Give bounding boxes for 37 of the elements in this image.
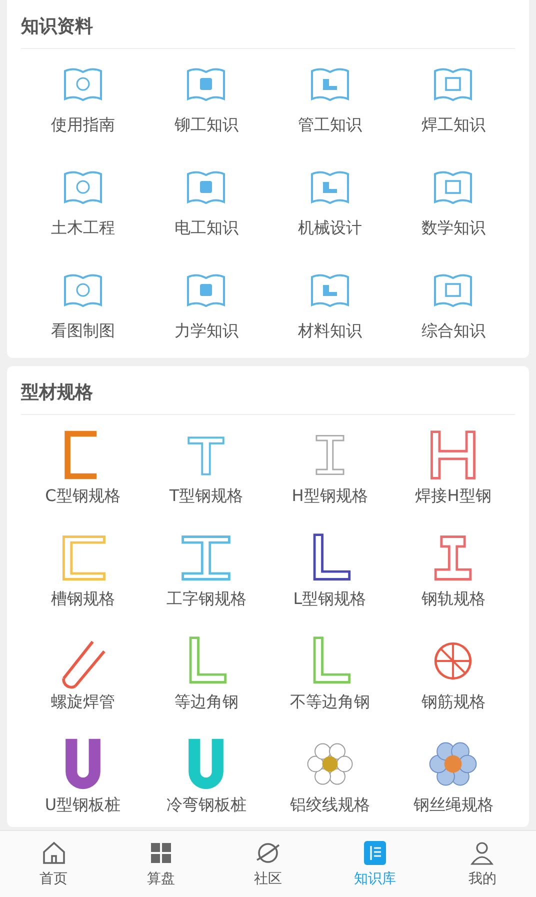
item-label[interactable]: 数学知识 — [421, 218, 486, 239]
item-label[interactable]: 电工知识 — [174, 218, 238, 239]
item-label[interactable]: 冷弯钢板桩 — [166, 795, 246, 816]
item-label[interactable]: 铝绞线规格 — [290, 795, 370, 816]
item-label[interactable]: 钢丝绳规格 — [413, 795, 494, 816]
item-label[interactable]: 槽钢规格 — [50, 589, 115, 610]
item-label[interactable]: 钢轨规格 — [421, 589, 486, 610]
nav-tab[interactable]: 算盘 — [107, 831, 214, 897]
item-label[interactable]: 焊接H型钢 — [415, 486, 492, 507]
item-label[interactable]: T型钢规格 — [169, 486, 244, 507]
item-label[interactable]: 铆工知识 — [174, 115, 238, 136]
item-label[interactable]: H型钢规格 — [292, 486, 368, 507]
nav-tab[interactable]: 我的 — [428, 831, 536, 897]
book-icon — [362, 840, 388, 866]
item-label[interactable]: 力学知识 — [174, 321, 238, 342]
section-title: 型材规格 — [21, 366, 515, 415]
item-label[interactable]: C型钢规格 — [45, 486, 120, 507]
item-label[interactable]: 工字钢规格 — [166, 589, 246, 610]
home-icon — [40, 840, 67, 866]
item-label[interactable]: 使用指南 — [50, 115, 115, 136]
item-label[interactable]: 管工知识 — [298, 115, 362, 136]
item-label[interactable]: 不等边角钢 — [290, 692, 370, 713]
section-title: 知识资料 — [21, 0, 515, 49]
item-label[interactable]: 机械设计 — [298, 218, 362, 239]
person-icon — [469, 840, 496, 866]
item-label[interactable]: U型钢板桩 — [44, 795, 121, 816]
item-label[interactable]: 焊工知识 — [421, 115, 486, 136]
item-label[interactable]: L型钢规格 — [293, 589, 366, 610]
nav-tab[interactable]: 社区 — [214, 831, 322, 897]
item-label[interactable]: 材料知识 — [298, 321, 362, 342]
item-label[interactable]: 螺旋焊管 — [50, 692, 115, 713]
item-label[interactable]: 等边角钢 — [174, 692, 238, 713]
item-label[interactable]: 钢筋规格 — [421, 692, 486, 713]
item-label[interactable]: 综合知识 — [421, 321, 486, 342]
nav-tab[interactable]: 首页 — [0, 831, 108, 897]
item-label[interactable]: 看图制图 — [50, 321, 115, 342]
item-label[interactable]: 土木工程 — [50, 218, 115, 239]
